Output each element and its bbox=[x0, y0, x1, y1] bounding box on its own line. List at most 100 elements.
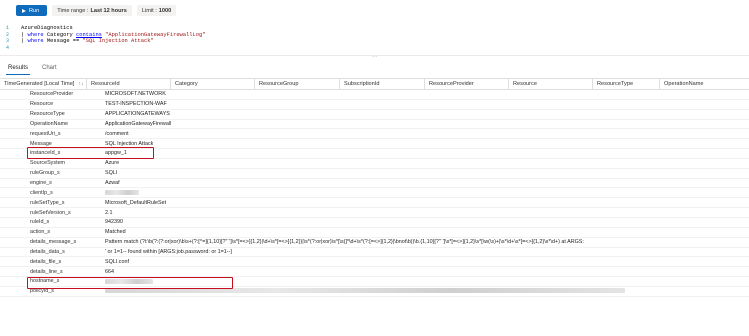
operator-token: contains bbox=[76, 31, 102, 38]
column-header-label: TimeGenerated [Local Time] bbox=[4, 81, 75, 87]
column-header-resource[interactable]: Resource bbox=[509, 79, 593, 89]
code-text: | where Category contains "ApplicationGa… bbox=[12, 32, 205, 38]
detail-row-resource: Resource TEST-INSPECTION-WAF bbox=[0, 100, 749, 110]
field-token: Category bbox=[43, 31, 77, 38]
detail-value: SQL Injection Attack bbox=[105, 140, 154, 147]
detail-key: details_data_s bbox=[30, 248, 65, 255]
detail-row-resourceprovider: ResourceProvider MICROSOFT.NETWORK bbox=[0, 90, 749, 100]
detail-value: Matched bbox=[105, 229, 126, 236]
detail-key: clientIp_s bbox=[30, 189, 53, 196]
query-editor[interactable]: 1 AzureDiagnostics 2 | where Category co… bbox=[0, 22, 749, 54]
detail-row-rulesettype: ruleSetType_s Microsoft_DefaultRuleSet bbox=[0, 198, 749, 209]
detail-key: details_file_s bbox=[30, 258, 62, 265]
limit-value: 1000 bbox=[158, 7, 172, 14]
detail-row-policyid: policyId_s bbox=[0, 287, 749, 297]
detail-value: TEST-INSPECTION-WAF bbox=[105, 101, 167, 108]
line-number: 1 bbox=[5, 25, 9, 32]
redacted-value bbox=[105, 278, 153, 284]
keyword-token: where bbox=[27, 31, 44, 38]
line-number: 4 bbox=[5, 44, 9, 51]
detail-row-rulegroup: ruleGroup_s SQLI bbox=[0, 169, 749, 179]
results-tabs: Results Chart bbox=[6, 63, 59, 75]
query-toolbar: Run Time range : Last 12 hours Limit : 1… bbox=[0, 0, 749, 21]
detail-key: instanceId_s bbox=[30, 150, 61, 157]
detail-row-action: action_s Matched bbox=[0, 228, 749, 238]
keyword-token: where bbox=[27, 38, 44, 45]
play-icon bbox=[22, 8, 26, 13]
detail-row-rulesetversion: ruleSetVersion_s 2.1 bbox=[0, 208, 749, 218]
column-header-resourceid[interactable]: ResourceId bbox=[87, 79, 171, 89]
column-header-resourcegroup[interactable]: ResourceGroup bbox=[255, 79, 340, 89]
detail-value: Azwaf bbox=[105, 180, 120, 187]
time-range-picker[interactable]: Time range : Last 12 hours bbox=[52, 5, 132, 16]
detail-value: APPLICATIONGATEWAYS bbox=[105, 111, 170, 118]
column-header-resourcetype[interactable]: ResourceType bbox=[593, 79, 660, 89]
detail-key: ResourceProvider bbox=[30, 91, 74, 98]
run-button[interactable]: Run bbox=[16, 5, 48, 16]
detail-value: MICROSOFT.NETWORK bbox=[105, 91, 166, 98]
detail-key: SourceSystem bbox=[30, 160, 66, 167]
detail-value: 664 bbox=[105, 268, 114, 275]
time-range-label: Time range : bbox=[57, 7, 89, 14]
detail-row-sourcesystem: SourceSystem Azure bbox=[0, 159, 749, 169]
detail-row-details-data: details_data_s ' or 1=1-- found within [A… bbox=[0, 248, 749, 258]
detail-value: Pattern match (?i:\b(?:(?:or|xor)\b\s+(?… bbox=[105, 239, 584, 246]
detail-key: policyId_s bbox=[30, 288, 54, 295]
detail-row-details-message: details_message_s Pattern match (?i:\b(?:… bbox=[0, 238, 749, 248]
detail-value: 942390 bbox=[105, 219, 123, 226]
detail-key: Message bbox=[30, 140, 52, 147]
detail-row-details-file: details_file_s SQLI.conf bbox=[0, 257, 749, 268]
detail-key: requestUri_s bbox=[30, 130, 61, 137]
detail-key: action_s bbox=[30, 229, 51, 236]
detail-key: ruleSetType_s bbox=[30, 199, 65, 206]
code-text: AzureDiagnostics bbox=[21, 25, 73, 32]
detail-value: ApplicationGatewayFirewall bbox=[105, 120, 172, 127]
code-text: | where Message == "SQL Injection Attack… bbox=[12, 38, 154, 44]
detail-row-hostname: hostname_s bbox=[0, 277, 749, 287]
string-token: "ApplicationGatewayFirewallLog" bbox=[101, 31, 206, 38]
detail-value: 2.1 bbox=[105, 209, 113, 216]
detail-row-instanceid: instanceId_s appgw_1 bbox=[0, 149, 749, 159]
detail-row-operationname: OperationName ApplicationGatewayFirewall bbox=[0, 120, 749, 130]
column-header-timegenerated[interactable]: TimeGenerated [Local Time] ↑↓ bbox=[0, 79, 87, 89]
editor-resize-handle[interactable]: ··· bbox=[0, 55, 749, 60]
redacted-value bbox=[105, 189, 139, 196]
string-token: "SQL Injection Attack" bbox=[82, 38, 154, 45]
detail-value: appgw_1 bbox=[105, 150, 127, 157]
detail-row-message: Message SQL Injection Attack bbox=[0, 139, 749, 150]
line-number: 3 bbox=[5, 38, 9, 45]
limit-picker[interactable]: Limit : 1000 bbox=[136, 5, 177, 16]
detail-key: OperationName bbox=[30, 120, 69, 127]
detail-value: ' or 1=1-- found within [ARGS:job.passwo… bbox=[105, 248, 232, 255]
limit-label: Limit : bbox=[141, 7, 157, 14]
detail-key: ruleSetVersion_s bbox=[30, 209, 71, 216]
record-details: ResourceProvider MICROSOFT.NETWORK Resour… bbox=[0, 90, 749, 297]
detail-row-details-line: details_line_s 664 bbox=[0, 267, 749, 278]
detail-key: ruleGroup_s bbox=[30, 170, 60, 177]
detail-key: details_line_s bbox=[30, 268, 63, 275]
redacted-value bbox=[105, 288, 625, 294]
column-header-subscriptionid[interactable]: SubscriptionId bbox=[340, 79, 425, 89]
detail-key: Resource bbox=[30, 101, 54, 108]
detail-key: engine_s bbox=[30, 180, 52, 187]
detail-key: ruleId_s bbox=[30, 219, 50, 226]
results-grid-header: TimeGenerated [Local Time] ↑↓ ResourceId… bbox=[0, 78, 749, 90]
run-button-label: Run bbox=[29, 7, 40, 14]
column-header-category[interactable]: Category bbox=[171, 79, 255, 89]
detail-value: SQLI bbox=[105, 170, 118, 177]
detail-row-resourcetype: ResourceType APPLICATIONGATEWAYS bbox=[0, 110, 749, 120]
column-header-resourceprovider[interactable]: ResourceProvider bbox=[425, 79, 509, 89]
detail-row-clientip: clientIp_s bbox=[0, 188, 749, 199]
sort-arrow-icon[interactable]: ↑↓ bbox=[78, 81, 83, 87]
field-token: Message == bbox=[43, 38, 83, 45]
time-range-value: Last 12 hours bbox=[90, 7, 127, 14]
detail-key: hostname_s bbox=[30, 278, 60, 285]
column-header-operationname[interactable]: OperationName bbox=[660, 79, 749, 89]
code-line: 4 bbox=[0, 45, 749, 52]
tab-results[interactable]: Results bbox=[6, 63, 31, 75]
detail-row-requesturi: requestUri_s/comment bbox=[0, 129, 749, 140]
detail-key: ResourceType bbox=[30, 111, 65, 118]
tab-chart[interactable]: Chart bbox=[40, 63, 59, 75]
detail-value: Microsoft_DefaultRuleSet bbox=[105, 199, 167, 206]
detail-key: details_message_s bbox=[30, 239, 77, 246]
